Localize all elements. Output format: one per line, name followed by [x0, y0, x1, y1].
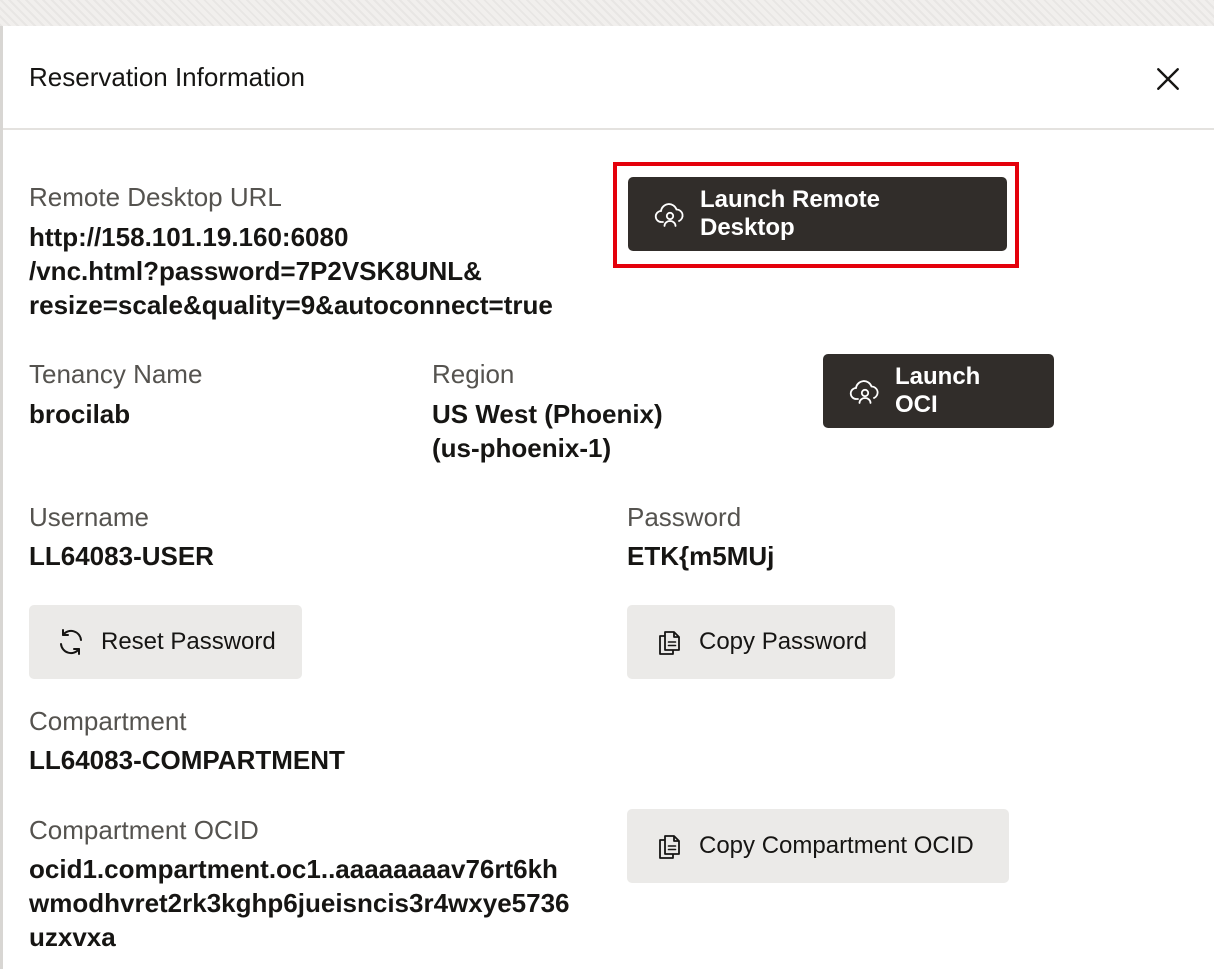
compartment-ocid-label: Compartment OCID [29, 815, 259, 845]
launch-remote-desktop-button[interactable]: Launch Remote Desktop [628, 177, 1007, 251]
copy-compartment-ocid-button[interactable]: Copy Compartment OCID [627, 809, 1009, 883]
launch-remote-desktop-label: Launch Remote Desktop [700, 186, 881, 241]
background-strip [0, 0, 1214, 26]
copy-icon [653, 830, 685, 862]
close-icon [1157, 68, 1179, 90]
refresh-icon [55, 626, 87, 658]
ocid-line: wmodhvret2rk3kghp6jueisncis3r4wxye5736 [29, 888, 570, 918]
cloud-user-icon [849, 375, 881, 407]
region-value: US West (Phoenix) (us-phoenix-1) [432, 397, 663, 465]
dialog-title: Reservation Information [29, 62, 306, 92]
region-label: Region [432, 359, 515, 389]
remote-desktop-url-value[interactable]: http://158.101.19.160:6080 /vnc.html?pas… [29, 220, 553, 322]
copy-icon [653, 626, 685, 658]
remote-desktop-url-label: Remote Desktop URL [29, 182, 282, 212]
url-line: /vnc.html?password=7P2VSK8UNL& [29, 256, 482, 286]
username-value: LL64083-USER [29, 541, 214, 571]
dialog-header: Reservation Information [3, 26, 1214, 130]
launch-oci-button[interactable]: Launch OCI [823, 354, 1054, 428]
reset-password-label: Reset Password [101, 628, 276, 655]
region-line: (us-phoenix-1) [432, 433, 612, 463]
password-value: ETK{m5MUj [627, 541, 775, 571]
ocid-line: uzxvxa [29, 922, 116, 952]
url-line: resize=scale&quality=9&autoconnect=true [29, 290, 553, 320]
launch-oci-label: Launch OCI [895, 363, 981, 418]
copy-compartment-ocid-label: Copy Compartment OCID [699, 832, 974, 859]
tenancy-name-value: brocilab [29, 399, 131, 429]
close-button[interactable] [1151, 62, 1185, 96]
username-label: Username [29, 502, 149, 532]
reset-password-button[interactable]: Reset Password [29, 605, 302, 679]
tenancy-name-label: Tenancy Name [29, 359, 203, 389]
copy-password-label: Copy Password [699, 628, 868, 655]
url-line: http://158.101.19.160:6080 [29, 222, 349, 252]
compartment-value: LL64083-COMPARTMENT [29, 745, 345, 775]
cloud-user-icon [654, 198, 686, 230]
reservation-dialog: Reservation Information Remote Desktop U… [3, 26, 1214, 969]
password-label: Password [627, 502, 742, 532]
compartment-ocid-value: ocid1.compartment.oc1..aaaaaaaav76rt6kh … [29, 852, 570, 954]
ocid-line: ocid1.compartment.oc1..aaaaaaaav76rt6kh [29, 854, 558, 884]
region-line: US West (Phoenix) [432, 399, 663, 429]
copy-password-button[interactable]: Copy Password [627, 605, 895, 679]
compartment-label: Compartment [29, 706, 187, 736]
